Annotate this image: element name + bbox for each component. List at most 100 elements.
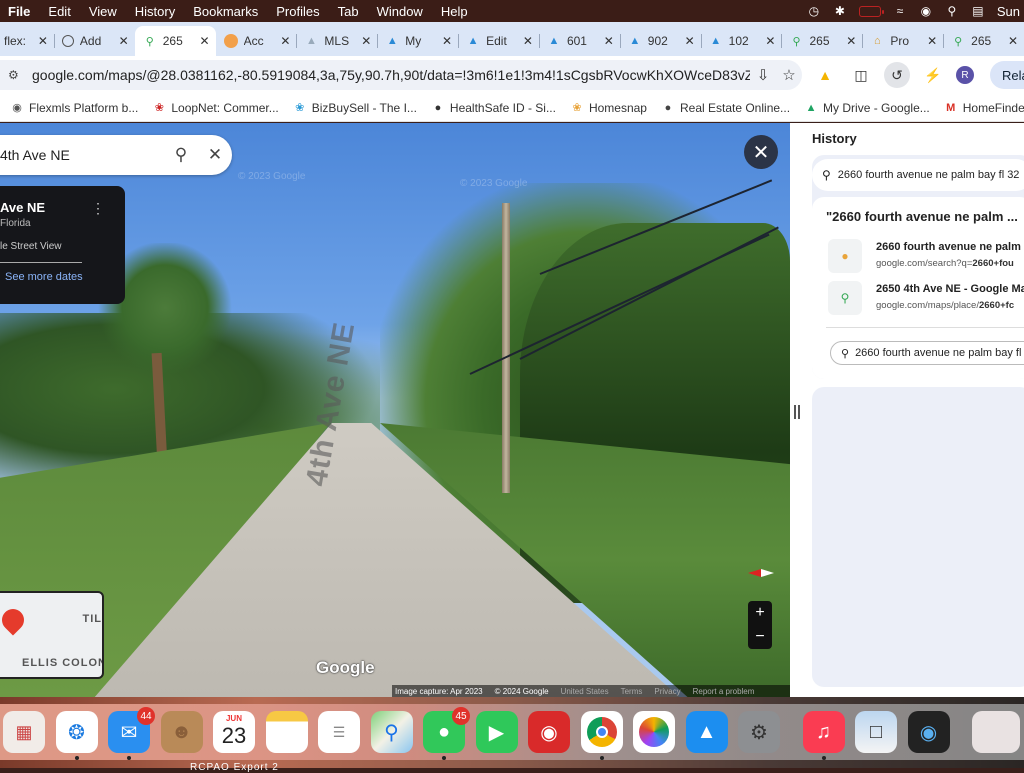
close-tab-icon[interactable]: ✕ — [38, 34, 48, 48]
close-tab-icon[interactable]: ✕ — [119, 34, 129, 48]
dock-photos[interactable] — [633, 711, 675, 753]
time-machine-icon[interactable]: ◷ — [807, 4, 821, 18]
tab[interactable]: ⚲ 265 ✕ — [943, 26, 1024, 56]
street-view-panorama[interactable]: 4th Ave NE © 2023 Google © 2023 Google 4… — [0, 123, 790, 697]
close-street-view-button[interactable]: ✕ — [744, 135, 778, 169]
dock-facetime[interactable]: ▶ — [475, 711, 518, 753]
url-text[interactable]: google.com/maps/@28.0381162,-80.5919084,… — [32, 67, 750, 83]
profile-avatar[interactable]: R — [956, 66, 974, 84]
resize-handle[interactable] — [794, 405, 800, 419]
dock-contacts[interactable]: ☻ — [160, 711, 203, 753]
user-icon[interactable]: ◉ — [919, 4, 933, 18]
control-center-icon[interactable]: ▤ — [971, 4, 985, 18]
site-settings-icon[interactable]: ⚙ — [8, 68, 24, 82]
terms-link[interactable]: Terms — [621, 687, 643, 696]
menu-history[interactable]: History — [126, 4, 184, 19]
tab[interactable]: Acc ✕ — [216, 26, 297, 56]
zoom-out-button[interactable]: − — [755, 628, 764, 646]
zoom-in-button[interactable]: + — [755, 604, 764, 622]
see-more-dates-link[interactable]: See more dates — [0, 271, 125, 283]
dock-calendar[interactable]: JUN 23 — [213, 711, 255, 753]
maps-search-box[interactable]: 4th Ave NE ⚲ ✕ — [0, 135, 232, 175]
tab[interactable]: ▲ 601 ✕ — [538, 26, 620, 56]
menu-edit[interactable]: Edit — [39, 4, 79, 19]
tab[interactable]: ⚲ 265 ✕ — [781, 26, 862, 56]
history-entry[interactable]: ● 2660 fourth avenue ne palm google.com/… — [828, 239, 1024, 275]
tab[interactable]: ▲ MLS ✕ — [296, 26, 377, 56]
bookmark-star-icon[interactable]: ☆ — [776, 66, 802, 84]
close-tab-icon[interactable]: ✕ — [361, 34, 371, 48]
close-tab-icon[interactable]: ✕ — [765, 34, 775, 48]
tab[interactable]: ▲ My ✕ — [377, 26, 458, 56]
close-tab-icon[interactable]: ✕ — [846, 34, 856, 48]
dock-reminders[interactable]: ☰ — [318, 711, 360, 753]
tab[interactable]: ▲ Edit ✕ — [458, 26, 539, 56]
bookmark-item[interactable]: M HomeFinder GMAIL — [944, 101, 1024, 115]
clear-search-icon[interactable]: ✕ — [198, 145, 232, 165]
close-tab-icon[interactable]: ✕ — [927, 34, 937, 48]
privacy-link[interactable]: Privacy — [654, 687, 680, 696]
bookmark-item[interactable]: ● HealthSafe ID - Si... — [431, 101, 556, 115]
close-tab-icon[interactable]: ✕ — [200, 34, 210, 48]
menu-window[interactable]: Window — [368, 4, 432, 19]
bookmark-item[interactable]: ▲ My Drive - Google... — [804, 101, 930, 115]
menu-file[interactable]: File — [0, 4, 39, 19]
tab[interactable]: ▲ 102 ✕ — [700, 26, 782, 56]
relaunch-button[interactable]: Relau — [990, 61, 1024, 89]
install-app-icon[interactable]: ⇩ — [750, 66, 776, 84]
dock-messages[interactable]: ● 45 — [423, 707, 470, 760]
close-tab-icon[interactable]: ✕ — [523, 34, 533, 48]
close-tab-icon[interactable]: ✕ — [280, 34, 290, 48]
extensions-icon[interactable]: ◫ — [848, 62, 874, 88]
history-entry[interactable]: ⚲ 2650 4th Ave NE - Google Map google.co… — [828, 281, 1024, 317]
battery-icon[interactable] — [858, 5, 884, 17]
menu-help[interactable]: Help — [432, 4, 477, 19]
report-problem-link[interactable]: Report a problem — [693, 687, 755, 696]
tab[interactable]: Add ✕ — [53, 26, 135, 56]
history-search-value[interactable]: 2660 fourth avenue ne palm bay fl 32 — [838, 169, 1020, 181]
tab[interactable]: ▲ 902 ✕ — [619, 26, 701, 56]
dock-chrome[interactable] — [580, 711, 623, 760]
address-bar[interactable]: ⚙ google.com/maps/@28.0381162,-80.591908… — [0, 60, 802, 90]
menu-tab[interactable]: Tab — [329, 4, 368, 19]
performance-icon[interactable]: ⚡ — [920, 62, 946, 88]
mini-map[interactable]: TIL ELLIS COLON — [0, 591, 104, 679]
bookmark-item[interactable]: ❀ LoopNet: Commer... — [152, 101, 279, 115]
close-tab-icon[interactable]: ✕ — [1008, 34, 1018, 48]
dock-mail[interactable]: ✉ 44 — [108, 707, 155, 760]
dock-minimized-window[interactable] — [972, 711, 1020, 753]
dock-app-store[interactable]: ▲ — [685, 711, 728, 753]
spotlight-icon[interactable]: ⚲ — [945, 4, 959, 18]
tab-active[interactable]: ⚲ 265 ✕ — [134, 26, 216, 56]
bookmark-item[interactable]: ● Real Estate Online... — [661, 101, 790, 115]
menu-profiles[interactable]: Profiles — [267, 4, 328, 19]
menu-bookmarks[interactable]: Bookmarks — [184, 4, 267, 19]
close-tab-icon[interactable]: ✕ — [685, 34, 695, 48]
history-search-input[interactable]: ⚲ 2660 fourth avenue ne palm bay fl 32 — [812, 159, 1024, 191]
dock-launchpad[interactable]: ▦ — [3, 711, 45, 753]
dock-notes[interactable] — [265, 711, 308, 753]
dock-quicktime[interactable]: ◉ — [907, 711, 950, 753]
history-icon[interactable]: ↺ — [884, 62, 910, 88]
menu-view[interactable]: View — [80, 4, 126, 19]
google-drive-icon[interactable]: ▲ — [812, 62, 838, 88]
tab[interactable]: ⌂ Pro ✕ — [862, 26, 943, 56]
clock[interactable]: Sun — [997, 4, 1020, 19]
wifi-icon[interactable]: ≈ — [893, 4, 907, 18]
dock-system-settings[interactable]: ⚙ — [738, 711, 780, 753]
dock-music[interactable]: ♫ — [802, 711, 845, 760]
search-query[interactable]: 4th Ave NE — [0, 147, 164, 163]
dock-maps[interactable]: ⚲ — [370, 711, 413, 753]
dock-photo-booth[interactable]: ◉ — [528, 711, 570, 753]
tab[interactable]: flex: ✕ — [0, 26, 54, 56]
related-search-chip[interactable]: ⚲ 2660 fourth avenue ne palm bay fl 3 — [830, 341, 1024, 365]
bookmark-item[interactable]: ❀ BizBuySell - The I... — [293, 101, 417, 115]
more-options-icon[interactable]: ⋮ — [91, 200, 105, 217]
dock-preview[interactable]: □ — [855, 711, 897, 753]
bluetooth-icon[interactable]: ✱ — [833, 4, 847, 18]
dock-safari[interactable]: ❂ — [55, 711, 98, 760]
bookmark-item[interactable]: ❀ Homesnap — [570, 101, 647, 115]
close-tab-icon[interactable]: ✕ — [604, 34, 614, 48]
country-link[interactable]: United States — [561, 687, 609, 696]
compass-icon[interactable] — [744, 565, 778, 581]
